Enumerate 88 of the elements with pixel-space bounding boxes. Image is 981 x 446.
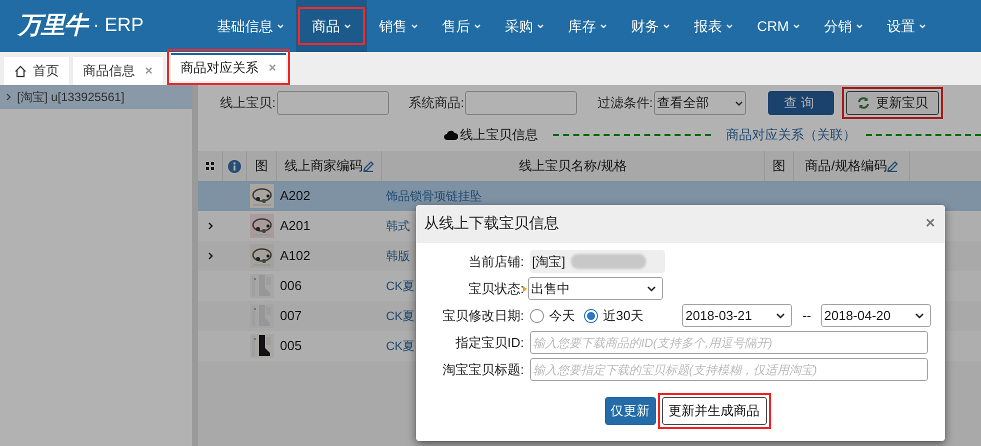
dialog-title: 从线上下载宝贝信息	[424, 214, 559, 234]
input-field[interactable]: 输入您要指定下载的宝贝标题(支持模糊，仅适用淘宝)	[530, 358, 928, 381]
product-link[interactable]: CK夏	[386, 277, 415, 295]
dialog-button[interactable]: 更新并生成商品	[662, 397, 766, 425]
nav-menu-item[interactable]: CRM	[747, 11, 810, 41]
refresh-icon	[856, 97, 870, 109]
caret-icon	[792, 24, 800, 28]
section-link[interactable]: 商品对应关系（关联）	[726, 125, 856, 145]
caret-icon	[600, 24, 607, 28]
radio-option[interactable]: 近30天	[584, 306, 644, 326]
input-field[interactable]	[465, 91, 578, 115]
column-header: 线上商家编码	[284, 157, 362, 176]
chevron-down-icon	[647, 286, 656, 292]
column-header: 图	[772, 157, 786, 176]
table-cell-text: A102	[280, 247, 310, 266]
home-icon	[14, 64, 27, 78]
table-cell-text: A201	[280, 217, 310, 236]
input-field[interactable]	[276, 91, 389, 115]
close-tab-button[interactable]: ×	[268, 58, 276, 78]
chevron-right-icon	[6, 93, 11, 101]
field-label: 当前店铺:	[468, 252, 524, 271]
readonly-field: [淘宝]	[530, 250, 665, 273]
nav-menu-item[interactable]: 财务	[621, 11, 680, 41]
caret-icon	[411, 24, 418, 28]
chevron-right-icon[interactable]	[208, 222, 213, 230]
caret-icon	[344, 24, 351, 28]
nav-menu-item[interactable]: 设置	[876, 11, 936, 41]
status-dropdown[interactable]: 出售中	[528, 277, 663, 300]
dialog-button[interactable]: 仅更新	[604, 397, 656, 425]
nav-menu-item[interactable]: 基础信息	[207, 11, 294, 41]
chevron-right-icon[interactable]	[208, 252, 213, 260]
tab[interactable]: 商品信息 ×	[73, 57, 163, 85]
chevron-down-icon	[776, 312, 786, 318]
product-link[interactable]: CK夏	[386, 337, 415, 355]
nav-menu-item[interactable]: 分销	[814, 11, 873, 41]
chevron-down-icon	[915, 312, 924, 318]
caret-icon	[856, 24, 863, 28]
date-dropdown[interactable]: 2018-03-21	[682, 304, 792, 327]
pencil-icon[interactable]	[362, 160, 374, 172]
table-cell-text: 006	[280, 277, 302, 296]
filter-dropdown[interactable]: 查看全部	[654, 91, 746, 115]
filter-label: 过滤条件:	[597, 94, 653, 112]
range-separator: --	[802, 306, 812, 325]
date-dropdown[interactable]: 2018-04-20	[821, 304, 932, 327]
field-label: 指定宝贝ID:	[455, 334, 524, 352]
field-label: 宝贝状态:	[468, 280, 524, 298]
pencil-icon[interactable]	[886, 160, 898, 172]
close-tab-button[interactable]: ×	[145, 61, 153, 81]
column-header: 线上宝贝名称/规格	[519, 157, 627, 176]
nav-menu-item[interactable]: 销售	[369, 11, 428, 41]
column-header: 商品/规格编码	[805, 157, 887, 176]
grid-icon[interactable]	[206, 162, 214, 170]
product-link[interactable]: 韩式	[386, 217, 410, 235]
caret-icon	[537, 24, 544, 28]
caret-icon	[918, 24, 926, 28]
filter-label: 线上宝贝:	[220, 94, 276, 112]
table-cell-text: 005	[280, 337, 302, 356]
cloud-icon	[444, 130, 458, 140]
logo-subtitle: · ERP	[93, 14, 144, 38]
nav-menu-item[interactable]: 售后	[432, 11, 491, 41]
caret-icon	[277, 24, 284, 28]
chevron-down-icon	[734, 100, 743, 106]
nav-menu-item[interactable]: 采购	[495, 11, 554, 41]
product-link[interactable]: CK夏	[386, 307, 415, 325]
radio-option[interactable]: 今天	[530, 306, 575, 326]
caret-icon	[474, 24, 481, 28]
refresh-button[interactable]: 更新宝贝	[846, 91, 939, 115]
product-link[interactable]: 韩版	[386, 247, 410, 265]
field-label: 淘宝宝贝标题:	[442, 360, 524, 379]
filter-label: 系统商品:	[408, 94, 464, 112]
nav-menu-item[interactable]: 库存	[558, 11, 617, 41]
input-field[interactable]: 输入您要下载商品的ID(支持多个,用逗号隔开)	[530, 331, 928, 354]
tree-item[interactable]: [淘宝] u[133925561]	[0, 85, 192, 109]
caret-icon	[663, 24, 670, 28]
close-button[interactable]: ×	[926, 212, 935, 236]
nav-menu-item[interactable]: 报表	[684, 11, 743, 41]
tab[interactable]: 首页	[4, 57, 69, 85]
field-label: 宝贝修改日期:	[442, 306, 524, 325]
query-button[interactable]: 查询	[768, 91, 834, 115]
column-header: 图	[255, 157, 268, 176]
table-cell-text: A202	[280, 187, 310, 206]
section-title: 线上宝贝信息	[460, 126, 538, 144]
product-link[interactable]: 饰品锁骨项链挂坠	[386, 187, 482, 205]
info-icon[interactable]	[228, 160, 241, 172]
table-cell-text: 007	[280, 307, 302, 326]
caret-icon	[726, 24, 733, 28]
tab[interactable]: 商品对应关系 ×	[170, 53, 286, 81]
logo: 万里牛	[18, 11, 87, 41]
